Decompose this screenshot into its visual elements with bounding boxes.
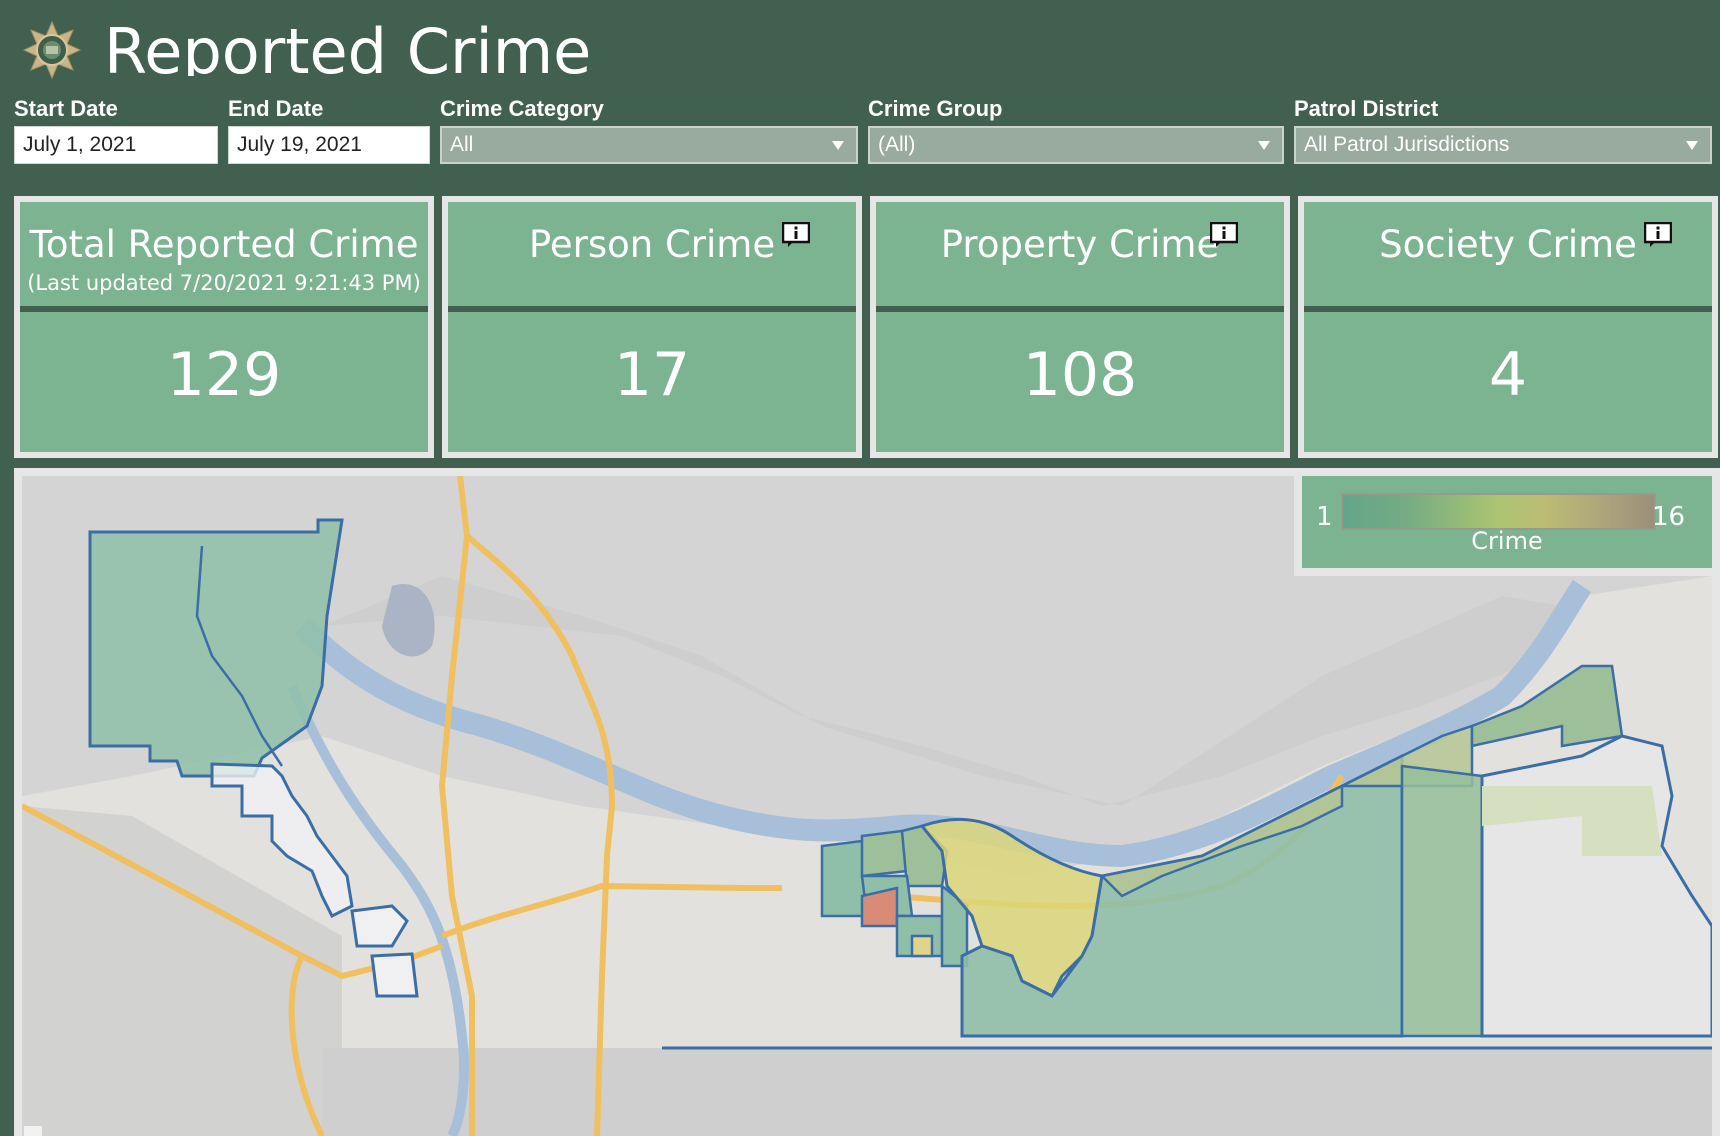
start-date-input[interactable]: July 1, 2021 <box>14 126 218 164</box>
crime-density-legend: 1 16 CrimeDensity <box>1302 476 1712 568</box>
chevron-down-icon[interactable] <box>1258 141 1270 150</box>
crime-category-filter: Crime Category All <box>440 96 858 164</box>
kpi-card-society: Society Crime 4 <box>1298 196 1718 458</box>
last-updated-text: (Last updated 7/20/2021 9:21:43 PM) <box>27 271 421 295</box>
crime-group-value: (All) <box>878 133 916 156</box>
kpi-value: 17 <box>613 340 691 410</box>
patrol-district-filter: Patrol District All Patrol Jurisdictions <box>1294 96 1712 164</box>
legend-panel: 1 16 CrimeDensity <box>1294 468 1720 576</box>
info-tooltip-icon[interactable] <box>782 222 810 248</box>
crime-group-label: Crime Group <box>868 96 1003 121</box>
district-gresham-east[interactable] <box>1400 764 1484 1038</box>
map-south-band <box>322 1048 1712 1136</box>
district-northwest[interactable] <box>88 518 344 778</box>
page-title: Reported Crime <box>104 15 592 76</box>
start-date-filter: Start Date July 1, 2021 <box>14 96 218 164</box>
dashboard-header: Reported Crime <box>0 0 1720 90</box>
kpi-value: 108 <box>1022 340 1138 410</box>
crime-category-label: Crime Category <box>440 96 604 121</box>
sheriff-badge-icon <box>22 20 82 80</box>
chevron-down-icon[interactable] <box>832 141 844 150</box>
patrol-district-value: All Patrol Jurisdictions <box>1304 133 1510 156</box>
district-west-small-2[interactable] <box>370 952 419 998</box>
kpi-value: 4 <box>1488 340 1528 410</box>
patrol-district-label: Patrol District <box>1294 96 1439 121</box>
start-date-label: Start Date <box>14 96 118 121</box>
crime-group-select[interactable]: (All) <box>868 126 1284 164</box>
kpi-card-person: Person Crime 17 <box>442 196 862 458</box>
card-divider <box>1304 306 1712 312</box>
crime-category-select[interactable]: All <box>440 126 858 164</box>
info-tooltip-icon[interactable] <box>1210 222 1238 248</box>
kpi-value: 129 <box>166 340 282 410</box>
patrol-district-select[interactable]: All Patrol Jurisdictions <box>1294 126 1712 164</box>
info-tooltip-icon[interactable] <box>1644 222 1672 248</box>
card-divider <box>876 306 1284 312</box>
map-corner-marker <box>24 1126 42 1136</box>
end-date-filter: End Date July 19, 2021 <box>228 96 430 164</box>
crime-category-value: All <box>450 133 474 156</box>
kpi-card-total: Total Reported Crime (Last updated 7/20/… <box>14 196 434 458</box>
end-date-label: End Date <box>228 96 324 121</box>
card-divider <box>448 306 856 312</box>
kpi-card-property: Property Crime 108 <box>870 196 1290 458</box>
crime-group-filter: Crime Group (All) <box>868 96 1284 164</box>
kpi-title: Total Reported Crime <box>29 223 419 266</box>
card-divider <box>20 306 428 312</box>
end-date-input[interactable]: July 19, 2021 <box>228 126 430 164</box>
legend-title: CrimeDensity <box>1461 527 1552 568</box>
chevron-down-icon[interactable] <box>1686 141 1698 150</box>
